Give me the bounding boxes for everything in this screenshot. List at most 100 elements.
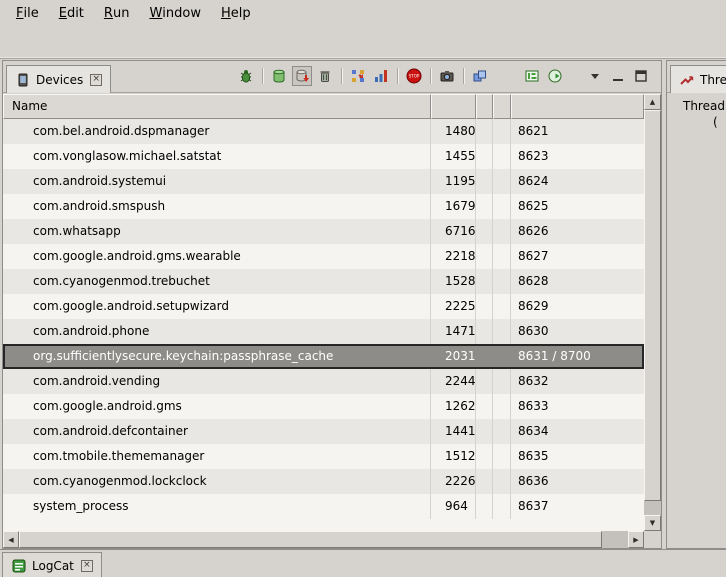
update-threads-icon[interactable] [348, 66, 368, 86]
cell-empty [493, 144, 511, 169]
screen-capture-icon[interactable] [437, 66, 457, 86]
cell-empty [493, 444, 511, 469]
start-opengl-trace-icon[interactable] [545, 66, 565, 86]
process-pid: 14411 [431, 419, 476, 444]
cell-empty [493, 219, 511, 244]
devices-tab-icon [15, 72, 31, 88]
tab-devices-label: Devices [36, 73, 83, 87]
capture-systrace-icon[interactable] [522, 66, 542, 86]
process-pid: 22185 [431, 244, 476, 269]
process-pid: 1528 [431, 269, 476, 294]
process-name: com.android.systemui [3, 169, 431, 194]
table-row[interactable]: com.google.android.setupwizard222508629 [3, 294, 644, 319]
dump-hprof-icon[interactable] [292, 66, 312, 86]
devices-tabbar: Devices × [3, 61, 661, 93]
process-pid: 14553 [431, 144, 476, 169]
minimize-icon[interactable] [608, 66, 628, 86]
menu-item-edit[interactable]: Edit [49, 0, 94, 26]
table-row[interactable]: org.sufficientlysecure.keychain:passphra… [3, 344, 644, 369]
process-name: com.vonglasow.michael.satstat [3, 144, 431, 169]
table-row[interactable]: com.cyanogenmod.trebuchet1528 8628 [3, 269, 644, 294]
update-heap-icon[interactable] [269, 66, 289, 86]
table-row[interactable]: com.android.systemui11958624 [3, 169, 644, 194]
process-pid: 20311 [431, 344, 476, 369]
scroll-right-icon[interactable]: ▶ [628, 531, 644, 548]
scrollbar-corner [644, 531, 661, 548]
process-pid: 1679 [431, 194, 476, 219]
toolbar-separator [262, 68, 263, 84]
table-row[interactable]: com.whatsapp67168626 [3, 219, 644, 244]
table-row[interactable]: com.tmobile.thememanager15128635 [3, 444, 644, 469]
horizontal-scroll-thumb[interactable] [19, 531, 602, 548]
process-port: 8627 [511, 244, 644, 269]
tab-logcat[interactable]: LogCat × [2, 552, 102, 577]
vertical-scroll-thumb[interactable] [644, 110, 661, 501]
process-name: org.sufficientlysecure.keychain:passphra… [3, 344, 431, 369]
process-name: com.cyanogenmod.trebuchet [3, 269, 431, 294]
dump-view-hierarchy-icon[interactable] [470, 66, 490, 86]
process-port: 8636 [511, 469, 644, 494]
menu-item-run[interactable]: Run [94, 0, 140, 26]
tab-devices[interactable]: Devices × [6, 65, 111, 93]
process-port: 8628 [511, 269, 644, 294]
cell-empty [476, 494, 493, 519]
process-pid: 1512 [431, 444, 476, 469]
scroll-left-icon[interactable]: ◀ [3, 531, 19, 548]
process-port: 8633 [511, 394, 644, 419]
cell-empty [476, 144, 493, 169]
process-name: com.google.android.gms [3, 394, 431, 419]
process-name: system_process [3, 494, 431, 519]
horizontal-scrollbar[interactable]: ◀ ▶ [3, 531, 644, 548]
vertical-scrollbar[interactable]: ▲ ▼ [644, 94, 661, 531]
column-header-empty[interactable] [476, 94, 493, 119]
column-header-name[interactable]: Name [3, 94, 431, 119]
maximize-icon[interactable] [631, 66, 651, 86]
cell-empty [476, 269, 493, 294]
table-row[interactable]: com.android.phone14718630 [3, 319, 644, 344]
cell-empty [493, 369, 511, 394]
cell-empty [476, 369, 493, 394]
menu-item-window[interactable]: Window [139, 0, 211, 26]
view-menu-icon[interactable] [585, 66, 605, 86]
table-row[interactable]: com.google.android.gms12623 8633 [3, 394, 644, 419]
table-row[interactable]: com.bel.android.dspmanager14808621 [3, 119, 644, 144]
cell-empty [476, 169, 493, 194]
table-row[interactable]: com.android.defcontainer144118634 [3, 419, 644, 444]
column-header-port[interactable] [511, 94, 644, 119]
bottom-bar: LogCat × [0, 549, 726, 577]
cell-empty [493, 169, 511, 194]
cell-empty [476, 394, 493, 419]
stop-process-icon[interactable]: STOP [404, 66, 424, 86]
menu-item-help[interactable]: Help [211, 0, 261, 26]
table-row[interactable]: com.android.vending224408632 [3, 369, 644, 394]
process-pid: 22265 [431, 469, 476, 494]
cell-empty [493, 294, 511, 319]
start-method-profiling-icon[interactable] [371, 66, 391, 86]
table-row[interactable]: com.google.android.gms.wearable221858627 [3, 244, 644, 269]
table-row[interactable]: com.vonglasow.michael.satstat145538623 [3, 144, 644, 169]
column-header-empty[interactable] [493, 94, 511, 119]
menu-item-file[interactable]: File [6, 0, 49, 26]
table-row[interactable]: system_process9648637 [3, 494, 644, 519]
process-name: com.google.android.setupwizard [3, 294, 431, 319]
process-port: 8635 [511, 444, 644, 469]
scroll-up-icon[interactable]: ▲ [644, 94, 661, 110]
tab-threads[interactable]: Threads [670, 65, 726, 93]
scroll-down-icon[interactable]: ▼ [644, 515, 661, 531]
column-header-pid[interactable] [431, 94, 476, 119]
table-row[interactable]: com.android.smspush16798625 [3, 194, 644, 219]
process-port: 8624 [511, 169, 644, 194]
process-port: 8626 [511, 219, 644, 244]
process-pid: 12623 [431, 394, 476, 419]
cell-empty [476, 319, 493, 344]
close-icon[interactable]: × [81, 560, 93, 572]
toolbar-separator [430, 68, 431, 84]
table-row[interactable]: com.cyanogenmod.lockclock222658636 [3, 469, 644, 494]
debug-icon[interactable] [236, 66, 256, 86]
process-port: 8621 [511, 119, 644, 144]
cause-gc-icon[interactable] [315, 66, 335, 86]
process-name: com.android.defcontainer [3, 419, 431, 444]
devices-panel: Devices × [2, 60, 662, 549]
close-icon[interactable]: × [90, 74, 102, 86]
process-name: com.android.phone [3, 319, 431, 344]
